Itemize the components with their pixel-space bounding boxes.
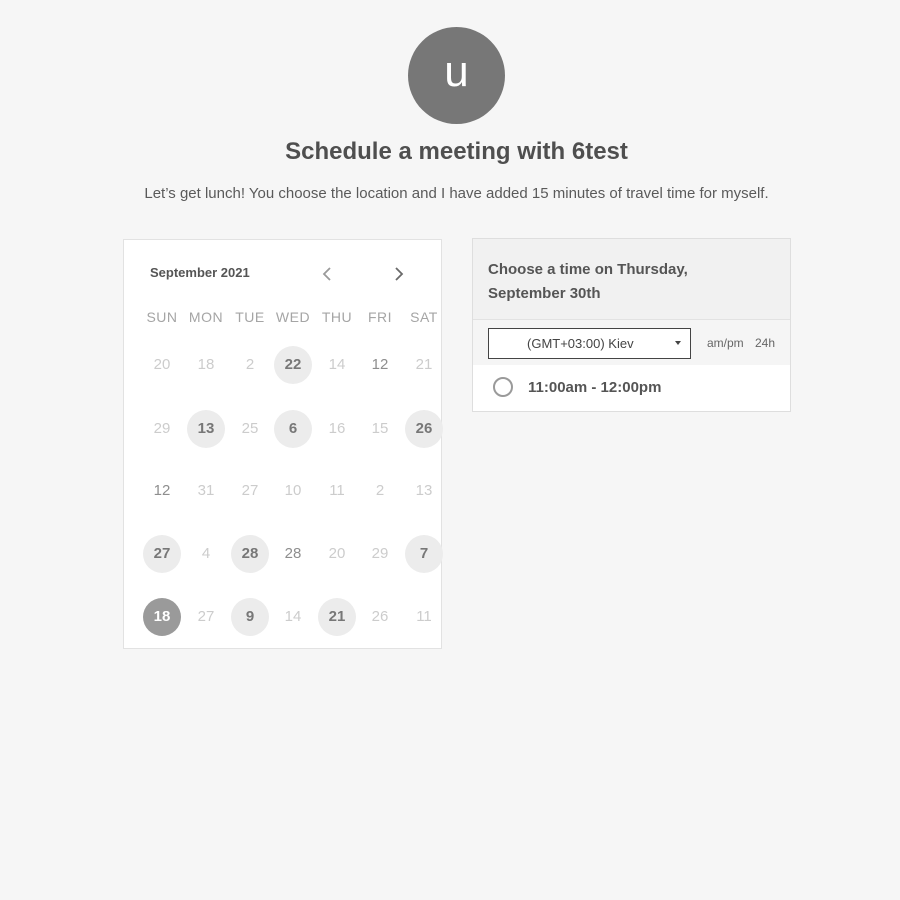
- prev-month-button[interactable]: [318, 263, 338, 285]
- calendar-day: 2: [375, 482, 385, 499]
- calendar-day: 27: [241, 482, 259, 499]
- calendar-day: 20: [328, 545, 346, 562]
- weekday-thu: THU: [321, 309, 353, 325]
- scheduling-page: u Schedule a meeting with 6test Let’s ge…: [0, 0, 900, 900]
- calendar-day: 29: [153, 420, 171, 437]
- calendar-day: 29: [371, 545, 389, 562]
- timezone-select[interactable]: (GMT+03:00) Kiev: [488, 328, 691, 359]
- ampm-format-toggle[interactable]: am/pm: [707, 336, 744, 350]
- weekday-sat: SAT: [410, 309, 438, 325]
- calendar-day-selected[interactable]: 18: [143, 598, 181, 636]
- calendar-day: 27: [197, 608, 215, 625]
- page-title: Schedule a meeting with 6test: [285, 138, 628, 165]
- calendar-day: 25: [241, 420, 259, 437]
- calendar-card: September 2021 SUN MON TUE WED THU FRI SAT 20 18…: [123, 239, 443, 649]
- weekday-sun: SUN: [146, 309, 178, 325]
- calendar-day[interactable]: 7: [405, 535, 443, 573]
- calendar-day: 20: [153, 356, 171, 373]
- timezone-value: (GMT+03:00) Kiev: [527, 336, 634, 351]
- calendar-day: 13: [415, 482, 433, 499]
- timezone-row: (GMT+03:00) Kiev am/pm 24h: [473, 320, 790, 365]
- chevron-right-icon: [395, 267, 404, 281]
- calendar-day: 14: [284, 608, 302, 625]
- calendar-day[interactable]: 13: [187, 410, 225, 448]
- calendar-day: 15: [371, 420, 389, 437]
- calendar-day: 12: [371, 356, 389, 373]
- calendar-day: 10: [284, 482, 302, 499]
- calendar-day[interactable]: 21: [318, 598, 356, 636]
- avatar: u: [408, 27, 505, 124]
- calendar-day: 16: [328, 420, 346, 437]
- calendar-day: 2: [245, 356, 255, 373]
- calendar-day[interactable]: 6: [274, 410, 312, 448]
- weekday-tue: TUE: [235, 309, 265, 325]
- calendar-day[interactable]: 28: [231, 535, 269, 573]
- calendar-day: 4: [201, 545, 211, 562]
- calendar-day: 28: [284, 545, 302, 562]
- calendar-day[interactable]: 27: [143, 535, 181, 573]
- month-label: September 2021: [150, 265, 250, 280]
- meeting-description: Let’s get lunch! You choose the location…: [144, 185, 769, 202]
- next-month-button[interactable]: [389, 263, 409, 285]
- radio-button[interactable]: [493, 377, 513, 397]
- time-slot-label: 11:00am - 12:00pm: [528, 379, 662, 396]
- chevron-left-icon: [322, 267, 331, 281]
- calendar-day: 18: [197, 356, 215, 373]
- calendar-day: 14: [328, 356, 346, 373]
- time-panel-header: Choose a time on Thursday, September 30t…: [473, 239, 790, 320]
- calendar-day[interactable]: 22: [274, 346, 312, 384]
- weekday-wed: WED: [275, 309, 311, 325]
- calendar-day[interactable]: 9: [231, 598, 269, 636]
- calendar-day: 12: [153, 482, 171, 499]
- time-slot[interactable]: 11:00am - 12:00pm: [473, 367, 790, 411]
- weekday-fri: FRI: [367, 309, 393, 325]
- caret-down-icon: [675, 341, 681, 345]
- 24h-format-toggle[interactable]: 24h: [755, 336, 775, 350]
- calendar-day: 26: [371, 608, 389, 625]
- weekday-mon: MON: [188, 309, 224, 325]
- calendar-day: 11: [416, 608, 432, 625]
- time-panel: Choose a time on Thursday, September 30t…: [472, 238, 791, 412]
- calendar-day: 31: [197, 482, 215, 499]
- calendar-day: 21: [415, 356, 433, 373]
- time-panel-title: Choose a time on Thursday, September 30t…: [488, 261, 688, 302]
- calendar-day[interactable]: 26: [405, 410, 443, 448]
- calendar-day: 11: [329, 482, 345, 499]
